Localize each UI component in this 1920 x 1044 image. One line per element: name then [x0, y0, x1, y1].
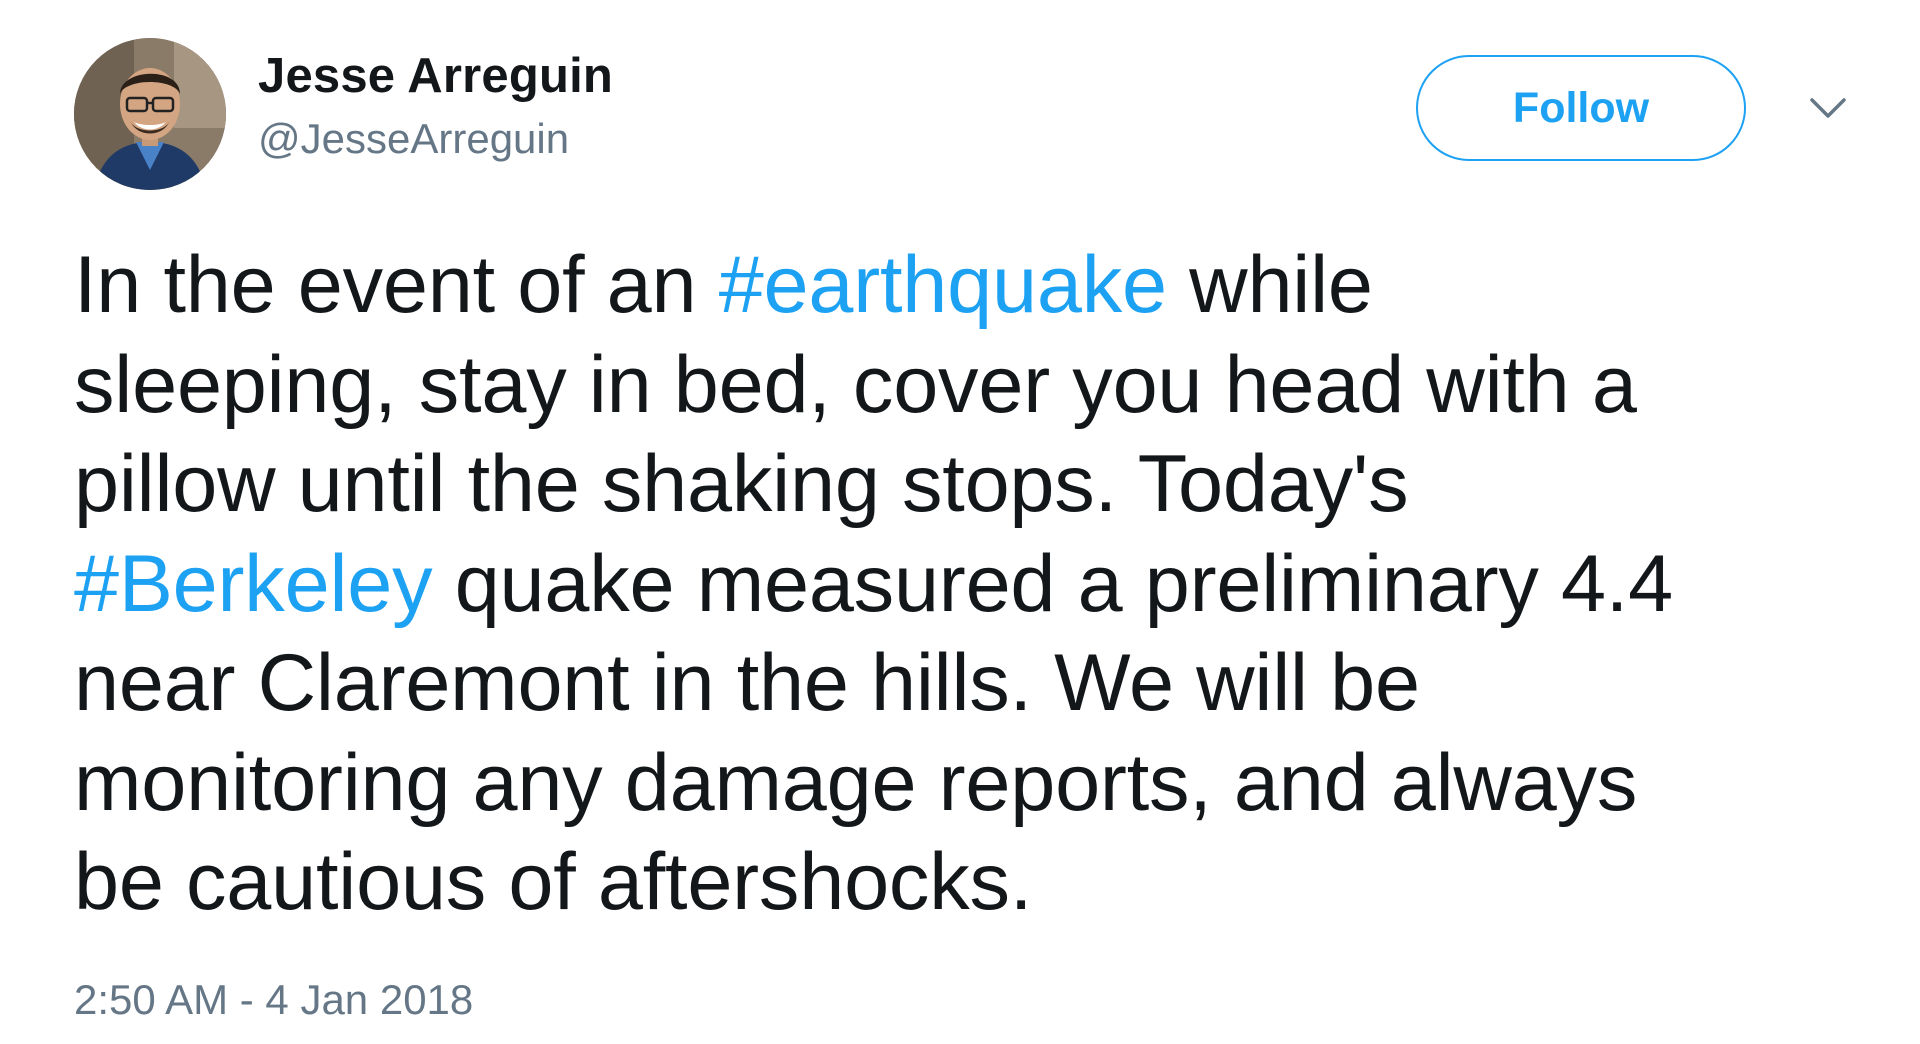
tweet-text-segment: while	[1166, 240, 1373, 330]
profile-photo-icon	[74, 38, 226, 190]
tweet-text-segment: monitoring any damage reports, and alway…	[74, 737, 1638, 828]
tweet-timestamp[interactable]: 2:50 AM - 4 Jan 2018	[74, 974, 473, 1026]
chevron-down-icon[interactable]	[1806, 90, 1850, 126]
hashtag-link[interactable]: #earthquake	[719, 240, 1167, 330]
tweet-text-segment: near Claremont in the hills. We will be	[74, 638, 1420, 728]
avatar[interactable]	[74, 38, 226, 190]
hashtag-link[interactable]: #Berkeley	[74, 539, 433, 629]
tweet-header: Jesse Arreguin @JesseArreguin Follow	[74, 38, 1850, 190]
tweet-text-segment: quake measured a preliminary 4.4	[432, 538, 1673, 629]
tweet-text-segment: sleeping, stay in bed, cover you head wi…	[74, 339, 1637, 430]
follow-button[interactable]: Follow	[1416, 55, 1746, 161]
tweet-text-segment: be cautious of aftershocks.	[74, 837, 1033, 927]
tweet-text-line: pillow until the shaking stops. Today's	[74, 435, 1854, 535]
tweet-text-line: sleeping, stay in bed, cover you head wi…	[74, 336, 1854, 436]
tweet-text-line: near Claremont in the hills. We will be	[74, 634, 1854, 734]
tweet-text: In the event of an #earthquake while slee…	[74, 236, 1854, 933]
tweet-card: Jesse Arreguin @JesseArreguin Follow In …	[0, 0, 1920, 1044]
user-info: Jesse Arreguin @JesseArreguin	[258, 46, 613, 166]
tweet-text-line: be cautious of aftershocks.	[74, 833, 1854, 933]
tweet-text-line: #Berkeley quake measured a preliminary 4…	[74, 535, 1854, 635]
tweet-text-line: monitoring any damage reports, and alway…	[74, 734, 1854, 834]
tweet-text-segment: In the event of an	[74, 240, 719, 330]
tweet-text-segment: pillow until the shaking stops. Today's	[74, 439, 1409, 529]
screen-name[interactable]: @JesseArreguin	[258, 112, 613, 166]
tweet-text-line: In the event of an #earthquake while	[74, 236, 1854, 336]
display-name[interactable]: Jesse Arreguin	[258, 46, 613, 106]
